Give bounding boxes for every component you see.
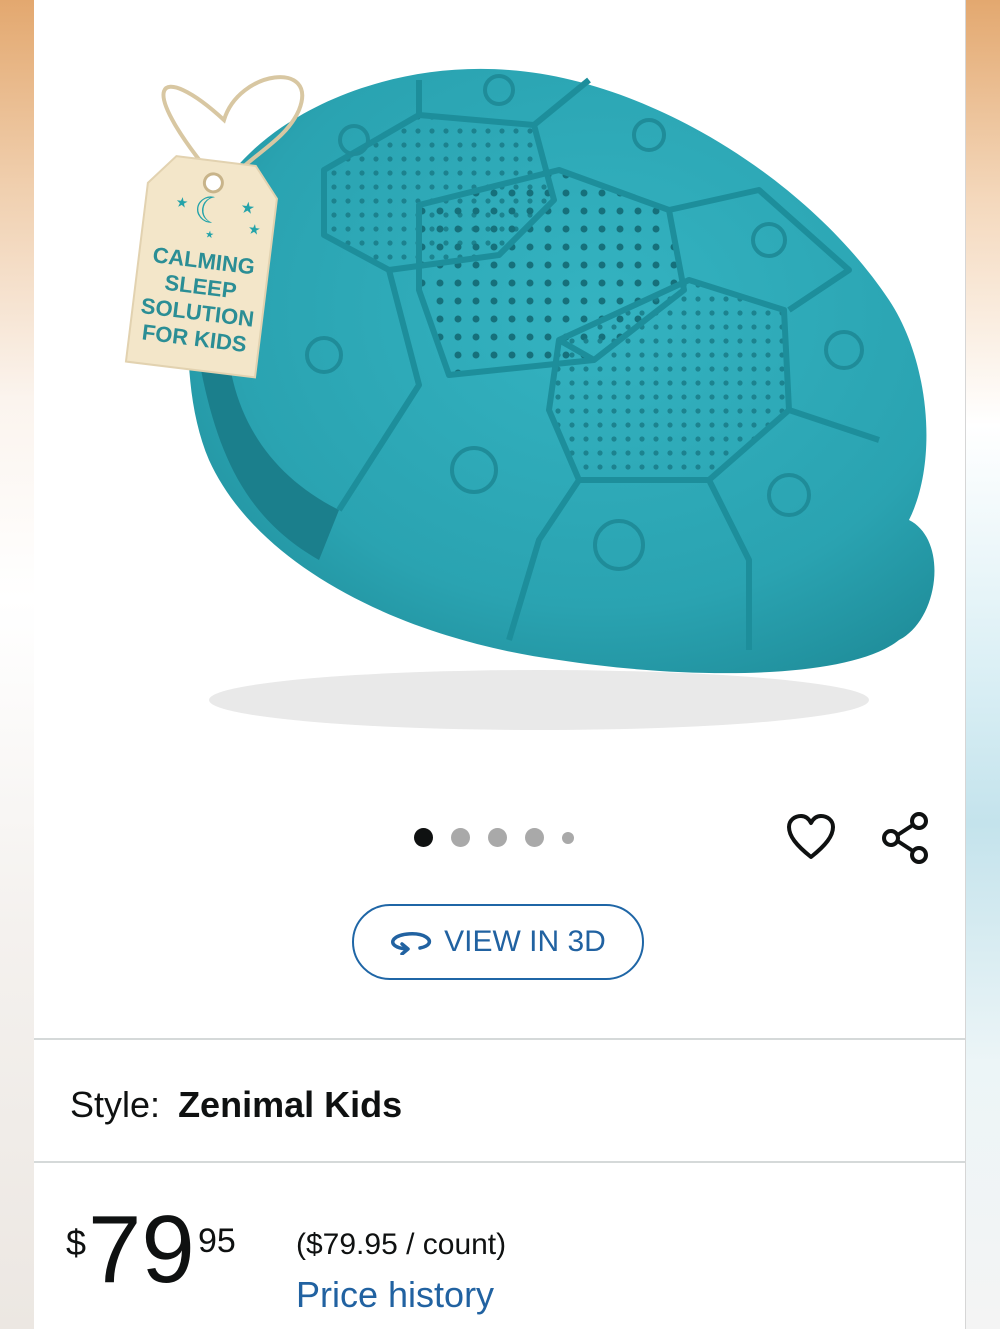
rotate-3d-icon	[391, 932, 432, 955]
carousel-dot[interactable]	[562, 831, 574, 844]
divider	[34, 1161, 965, 1163]
product-image-carousel[interactable]: ☾ ★ ★ ★ ★ CALMING SLEEP SOLUTION FOR KID…	[34, 0, 965, 760]
product-card: ☾ ★ ★ ★ ★ CALMING SLEEP SOLUTION FOR KID…	[34, 0, 966, 1329]
wishlist-button[interactable]	[784, 810, 838, 864]
product-image: ☾ ★ ★ ★ ★ CALMING SLEEP SOLUTION FOR KID…	[124, 68, 935, 730]
background-left	[0, 0, 34, 1329]
style-value: Zenimal Kids	[178, 1084, 403, 1125]
svg-text:★: ★	[175, 194, 189, 211]
carousel-dot-active[interactable]	[414, 828, 433, 847]
view-in-3d-label: VIEW IN 3D	[444, 925, 606, 958]
svg-text:★: ★	[240, 197, 257, 218]
price-fraction: 95	[198, 1222, 236, 1260]
carousel-dot[interactable]	[488, 828, 507, 847]
price-currency: $	[66, 1222, 87, 1263]
carousel-dots	[414, 828, 574, 847]
carousel-dot[interactable]	[451, 828, 470, 847]
svg-text:☾: ☾	[191, 189, 228, 234]
share-icon	[882, 812, 928, 864]
style-label: Style:	[70, 1084, 161, 1125]
style-selector[interactable]: Style: Zenimal Kids	[70, 1084, 402, 1126]
view-in-3d-button[interactable]: VIEW IN 3D	[352, 904, 644, 980]
svg-text:★: ★	[247, 222, 261, 239]
unit-price: ($79.95 / count)	[296, 1228, 507, 1261]
price-history-link[interactable]: Price history	[296, 1274, 494, 1316]
heart-icon	[787, 814, 835, 859]
price-whole: 79	[88, 1196, 195, 1303]
share-button[interactable]	[877, 810, 933, 866]
divider	[34, 1038, 965, 1040]
background-right	[965, 0, 1000, 1329]
svg-text:★: ★	[204, 229, 214, 241]
carousel-dot[interactable]	[525, 828, 544, 847]
